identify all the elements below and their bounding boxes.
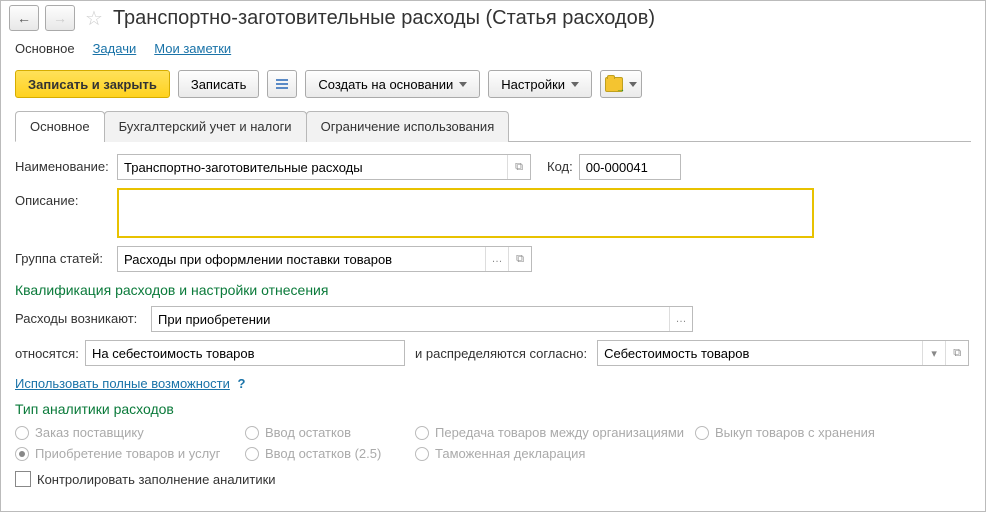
belong-label: относятся:	[15, 346, 79, 361]
expand-icon[interactable]: ⧉	[507, 155, 530, 179]
code-label: Код:	[547, 154, 573, 174]
chevron-down-icon	[459, 82, 467, 87]
chevron-down-icon	[629, 82, 637, 87]
group-label: Группа статей:	[15, 246, 111, 266]
nav-back-button[interactable]: ←	[9, 5, 39, 31]
move-to-folder-button[interactable]	[600, 70, 642, 98]
save-button[interactable]: Записать	[178, 70, 260, 98]
distrib-prefix-label: и распределяются согласно:	[415, 346, 587, 361]
folder-move-icon	[605, 77, 623, 92]
analytics-radio-buyback: Выкуп товаров с хранения	[695, 425, 971, 440]
name-label: Наименование:	[15, 154, 111, 174]
description-label: Описание:	[15, 188, 111, 208]
control-analytics-label: Контролировать заполнение аналитики	[37, 472, 276, 487]
code-input[interactable]	[580, 155, 768, 179]
qualification-section-title: Квалификация расходов и настройки отнесе…	[15, 282, 971, 298]
analytics-radio-order: Заказ поставщику	[15, 425, 245, 440]
save-and-close-button[interactable]: Записать и закрыть	[15, 70, 170, 98]
page-title: Транспортно-заготовительные расходы (Ста…	[113, 7, 655, 30]
analytics-radio-purchase: Приобретение товаров и услуг	[15, 446, 245, 461]
nav-tab-notes[interactable]: Мои заметки	[154, 41, 231, 56]
tab-main[interactable]: Основное	[15, 111, 105, 142]
analytics-radio-transfer: Передача товаров между организациями	[415, 425, 695, 440]
analytics-section-title: Тип аналитики расходов	[15, 401, 971, 417]
control-analytics-checkbox[interactable]	[15, 471, 31, 487]
ellipsis-icon[interactable]: …	[485, 247, 508, 271]
open-icon[interactable]: ⧉	[508, 247, 531, 271]
ellipsis-icon[interactable]: …	[669, 307, 692, 331]
chevron-down-icon	[571, 82, 579, 87]
settings-button[interactable]: Настройки	[488, 70, 592, 98]
list-icon	[276, 79, 288, 89]
tab-accounting[interactable]: Бухгалтерский учет и налоги	[104, 111, 307, 142]
description-textarea[interactable]	[125, 194, 810, 236]
group-input[interactable]	[118, 247, 485, 271]
arise-label: Расходы возникают:	[15, 306, 145, 326]
help-icon[interactable]: ?	[237, 376, 245, 391]
name-input[interactable]	[118, 155, 507, 179]
list-button[interactable]	[267, 70, 297, 98]
distribution-input[interactable]	[598, 341, 922, 365]
belong-input[interactable]	[86, 341, 404, 365]
arise-input[interactable]	[152, 307, 669, 331]
dropdown-icon[interactable]: ▾	[922, 341, 945, 365]
favorite-star-icon[interactable]: ☆	[85, 6, 103, 31]
tab-restriction[interactable]: Ограничение использования	[306, 111, 510, 142]
analytics-radio-balances: Ввод остатков	[245, 425, 415, 440]
full-features-link[interactable]: Использовать полные возможности	[15, 376, 230, 391]
create-from-button[interactable]: Создать на основании	[305, 70, 480, 98]
open-icon[interactable]: ⧉	[945, 341, 968, 365]
nav-forward-button[interactable]: →	[45, 5, 75, 31]
nav-tab-main[interactable]: Основное	[15, 41, 75, 56]
analytics-radio-customs: Таможенная декларация	[415, 446, 695, 461]
nav-tab-tasks[interactable]: Задачи	[93, 41, 137, 56]
analytics-radio-balances25: Ввод остатков (2.5)	[245, 446, 415, 461]
